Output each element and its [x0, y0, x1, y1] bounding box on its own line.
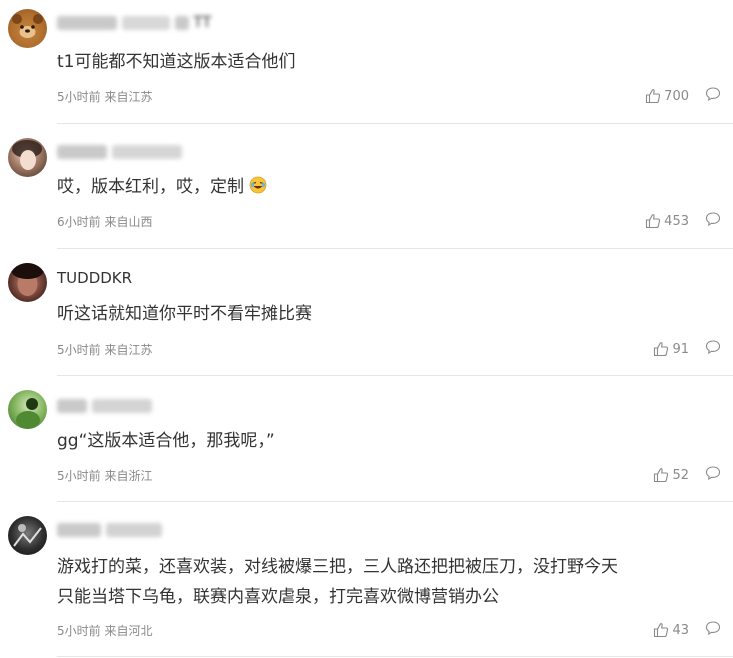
comment-text: 哎，版本红利，哎，定制 — [57, 172, 715, 202]
thumbs-up-icon — [654, 468, 669, 483]
portrait-icon — [11, 263, 44, 296]
comment-bubble-icon — [705, 212, 721, 227]
comment-actions: 91 — [653, 340, 721, 358]
comment-actions: 453 — [645, 212, 721, 230]
like-count: 43 — [672, 622, 689, 638]
comment-text: t1可能都不知道这版本适合他们 — [57, 52, 296, 72]
comment-meta: 5小时前 来自江苏 — [57, 343, 153, 357]
like-count: 52 — [672, 467, 689, 483]
reply-button[interactable] — [705, 211, 721, 231]
comment-item: TUDDDKR 听这话就知道你平时不看牢摊比赛 5小时前 来自江苏 91 — [0, 249, 733, 376]
user-avatar[interactable] — [8, 9, 47, 48]
reply-button[interactable] — [705, 465, 721, 485]
like-button[interactable]: 91 — [653, 341, 689, 357]
comment-text-line: 只能当塔下乌龟，联赛内喜欢虐泉，打完喜欢微博营销办公 — [57, 587, 499, 607]
comment-meta: 6小时前 来自山西 — [57, 215, 153, 229]
green-figure-icon — [16, 398, 40, 429]
comment-text: 听这话就知道你平时不看牢摊比赛 — [57, 304, 312, 324]
comment-actions: 43 — [653, 621, 721, 639]
reply-button[interactable] — [705, 620, 721, 640]
user-avatar[interactable] — [8, 138, 47, 177]
comment-text: gg“这版本适合他，那我呢，” — [57, 431, 275, 451]
like-count: 453 — [664, 213, 689, 229]
username[interactable] — [57, 396, 152, 414]
comment-item: 游戏打的菜，还喜欢装，对线被爆三把，三人路还把把被压刀，没打野今天 只能当塔下乌… — [0, 502, 733, 658]
user-avatar[interactable] — [8, 390, 47, 429]
like-count: 91 — [672, 341, 689, 357]
thumbs-up-icon — [646, 89, 661, 104]
divider — [57, 656, 733, 657]
comment-item: gg“这版本适合他，那我呢，” 5小时前 来自浙江 52 — [0, 376, 733, 502]
like-button[interactable]: 453 — [645, 213, 689, 229]
portrait-icon — [12, 140, 42, 170]
comment-bubble-icon — [705, 340, 721, 355]
comment-text-line: 游戏打的菜，还喜欢装，对线被爆三把，三人路还把把被压刀，没打野今天 — [57, 557, 618, 577]
like-count: 700 — [664, 88, 689, 104]
username[interactable] — [57, 520, 162, 538]
comment-item: 哎，版本红利，哎，定制 6小时前 来自山西 453 — [0, 124, 733, 249]
comment-meta: 5小时前 来自河北 — [57, 624, 153, 638]
comment-text-content: 哎，版本红利，哎，定制 — [57, 177, 244, 197]
username[interactable] — [57, 142, 182, 160]
like-button[interactable]: 700 — [645, 88, 689, 104]
comment-bubble-icon — [705, 621, 721, 636]
thumbs-up-icon — [654, 623, 669, 638]
comment-meta: 5小时前 来自浙江 — [57, 469, 153, 483]
bear-icon — [12, 14, 43, 38]
reply-button[interactable] — [705, 86, 721, 106]
username[interactable]: TT — [57, 13, 211, 31]
comment-bubble-icon — [705, 87, 721, 102]
laughing-emoji-icon — [250, 176, 267, 194]
reply-button[interactable] — [705, 339, 721, 359]
comment-item: TT t1可能都不知道这版本适合他们 5小时前 来自江苏 700 — [0, 0, 733, 124]
username[interactable]: TUDDDKR — [57, 269, 132, 287]
comment-actions: 52 — [653, 466, 721, 484]
comment-actions: 700 — [645, 87, 721, 105]
comment-meta: 5小时前 来自江苏 — [57, 90, 153, 104]
thumbs-up-icon — [646, 214, 661, 229]
comment-text: 游戏打的菜，还喜欢装，对线被爆三把，三人路还把把被压刀，没打野今天 只能当塔下乌… — [57, 552, 715, 612]
user-avatar[interactable] — [8, 263, 47, 302]
like-button[interactable]: 43 — [653, 622, 689, 638]
comment-bubble-icon — [705, 466, 721, 481]
thumbs-up-icon — [654, 342, 669, 357]
user-avatar[interactable] — [8, 516, 47, 555]
dark-figure-icon — [13, 524, 42, 547]
like-button[interactable]: 52 — [653, 467, 689, 483]
